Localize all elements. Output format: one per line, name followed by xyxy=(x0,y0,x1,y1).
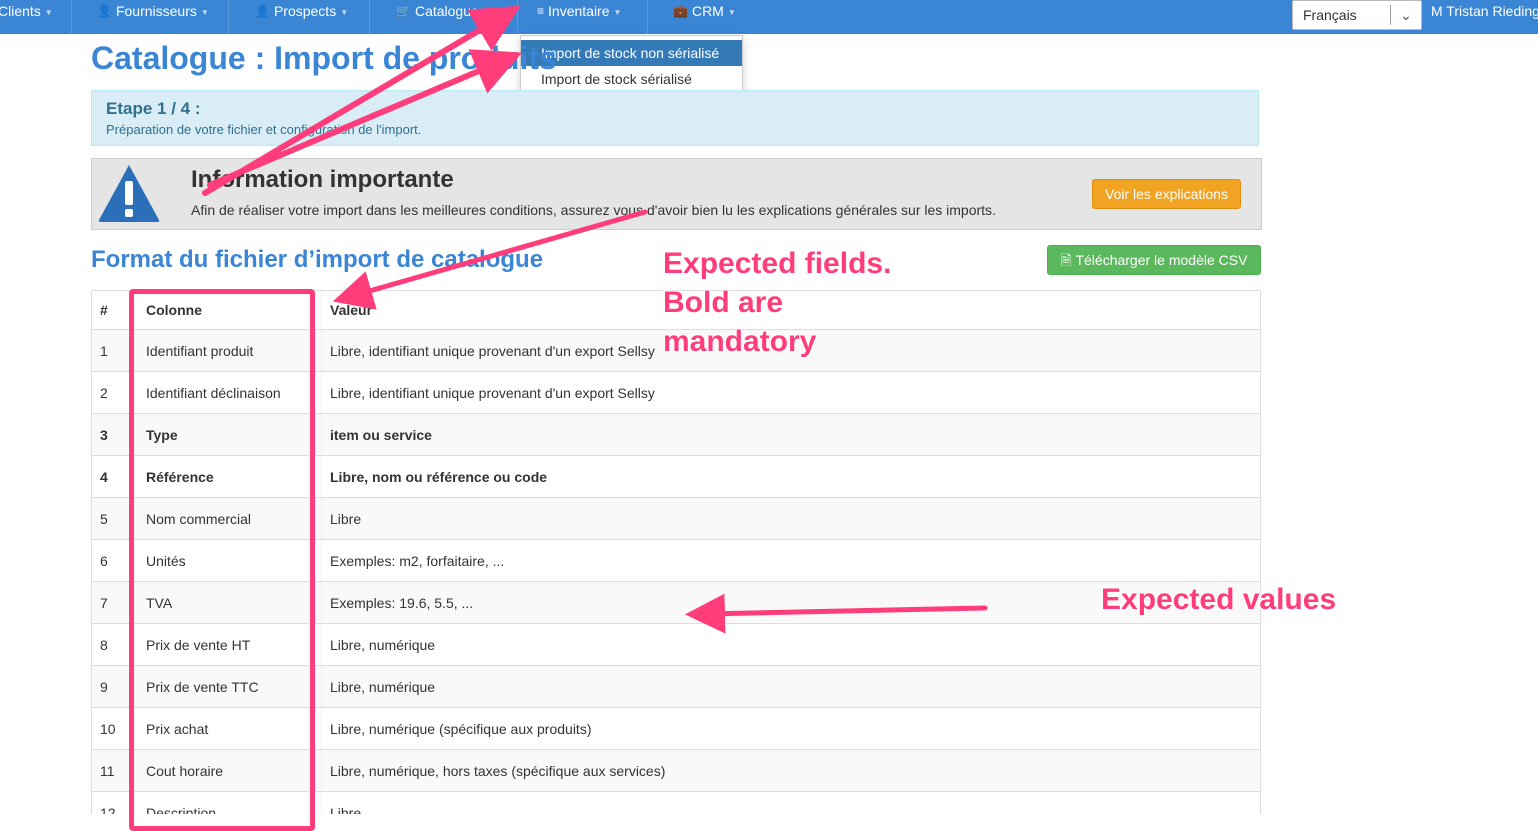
cart-icon: 🛒 xyxy=(396,4,411,18)
caret-down-icon: ▼ xyxy=(44,8,53,17)
row-value: Exemples: m2, forfaitaire, ... xyxy=(321,539,1260,582)
nav-divider xyxy=(71,0,72,34)
table-row: 10 Prix achat Libre, numérique (spécifique… xyxy=(92,707,1260,750)
caret-down-icon: ▼ xyxy=(340,8,349,17)
row-value: Libre, numérique, hors taxes (spécifique… xyxy=(321,749,1260,792)
row-column-name: Cout horaire xyxy=(138,749,322,792)
row-number: 5 xyxy=(92,497,138,540)
row-column-name: Prix de vente HT xyxy=(138,623,322,666)
annotation-line: Bold are xyxy=(663,286,784,319)
nav-catalogue-label: Catalogue xyxy=(414,3,479,19)
user-icon: 👤 xyxy=(97,4,112,18)
see-explanations-button[interactable]: Voir les explications xyxy=(1092,179,1241,209)
row-number: 3 xyxy=(92,413,138,456)
caret-down-icon: ▼ xyxy=(482,8,491,17)
table-row: 12 Description Libre xyxy=(92,791,1260,814)
import-format-table: # Colonne Valeur 1 Identifiant produit Lib… xyxy=(91,290,1261,814)
row-value: item ou service xyxy=(321,413,1260,456)
table-row: 2 Identifiant déclinaison Libre, identifia… xyxy=(92,371,1260,414)
annotation-line: Expected fields. xyxy=(663,247,892,280)
table-row: 11 Cout horaire Libre, numérique, hors tax… xyxy=(92,749,1260,792)
page-title: Catalogue : Import de produits xyxy=(91,40,557,76)
table-row: 4 Référence Libre, nom ou référence ou cod… xyxy=(92,455,1260,498)
row-value: Libre xyxy=(321,791,1260,814)
nav-divider xyxy=(517,0,518,34)
annotation-expected-values: Expected values xyxy=(1101,583,1337,616)
section-title: Format du fichier d’import de catalogue xyxy=(91,246,544,273)
language-select[interactable]: Français ⌄ xyxy=(1292,0,1422,30)
row-column-name: Identifiant déclinaison xyxy=(138,371,322,414)
row-column-name: TVA xyxy=(138,581,322,624)
step-title: Etape 1 / 4 : xyxy=(106,99,201,118)
file-icon: 🗎 xyxy=(1060,252,1072,268)
nav-divider xyxy=(228,0,229,34)
nav-crm[interactable]: 💼 CRM ▼ xyxy=(673,0,736,34)
table-row: 6 Unités Exemples: m2, forfaitaire, ... xyxy=(92,539,1260,582)
list-icon: ≡ xyxy=(537,4,545,18)
table-row: 3 Type item ou service xyxy=(92,413,1260,456)
row-value: Libre xyxy=(321,497,1260,540)
important-info-box: Information importante Afin de réaliser … xyxy=(91,158,1262,230)
download-csv-button[interactable]: 🗎 Télécharger le modèle CSV xyxy=(1047,245,1261,275)
step-description: Préparation de votre fichier et configur… xyxy=(106,122,422,137)
info-title: Information importante xyxy=(191,166,454,193)
row-number: 1 xyxy=(92,329,138,372)
row-value: Libre, nom ou référence ou code xyxy=(321,455,1260,498)
table-row: 7 TVA Exemples: 19.6, 5.5, ... xyxy=(92,581,1260,624)
row-number: 6 xyxy=(92,539,138,582)
row-number: 11 xyxy=(92,749,138,792)
row-column-name: Unités xyxy=(138,539,322,582)
chevron-down-icon: ⌄ xyxy=(1400,6,1412,23)
top-navbar: Clients ▼ 👤 Fournisseurs ▼ 👤 Prospects ▼ 🛒 Cat… xyxy=(0,0,1538,34)
nav-crm-label: CRM xyxy=(691,3,724,19)
row-number: 10 xyxy=(92,707,138,750)
nav-clients[interactable]: Clients ▼ xyxy=(0,0,53,34)
row-value: Libre, numérique xyxy=(321,623,1260,666)
table-row: 8 Prix de vente HT Libre, numérique xyxy=(92,623,1260,666)
row-value: Libre, numérique xyxy=(321,665,1260,708)
row-number: 2 xyxy=(92,371,138,414)
row-column-name: Prix de vente TTC xyxy=(138,665,322,708)
row-column-name: Description xyxy=(138,791,322,814)
row-value: Libre, identifiant unique provenant d'un… xyxy=(321,371,1260,414)
nav-fournisseurs[interactable]: 👤 Fournisseurs ▼ xyxy=(97,0,209,34)
download-csv-label: Télécharger le modèle CSV xyxy=(1075,252,1248,268)
row-column-name: Identifiant produit xyxy=(138,329,322,372)
nav-inventaire-label: Inventaire xyxy=(548,3,610,19)
annotation-expected-fields: Expected fields. Bold are mandatory xyxy=(663,244,891,361)
header-column: Colonne xyxy=(138,291,322,330)
row-column-name: Référence xyxy=(138,455,322,498)
row-value: Libre, numérique (spécifique aux produit… xyxy=(321,707,1260,750)
nav-clients-label: Clients xyxy=(0,3,41,19)
row-number: 9 xyxy=(92,665,138,708)
annotation-line: mandatory xyxy=(663,325,817,358)
nav-catalogue[interactable]: 🛒 Catalogue ▼ xyxy=(396,0,491,34)
user-icon: 👤 xyxy=(255,4,270,18)
caret-down-icon: ▼ xyxy=(727,8,736,17)
language-value: Français xyxy=(1303,7,1357,23)
row-column-name: Prix achat xyxy=(138,707,322,750)
table-row: 9 Prix de vente TTC Libre, numérique xyxy=(92,665,1260,708)
header-number: # xyxy=(92,291,138,330)
step-alert: Etape 1 / 4 : Préparation de votre fichi… xyxy=(91,90,1259,146)
briefcase-icon: 💼 xyxy=(673,4,688,18)
caret-down-icon: ▼ xyxy=(200,8,209,17)
row-column-name: Nom commercial xyxy=(138,497,322,540)
nav-prospects-label: Prospects xyxy=(273,3,337,19)
nav-divider xyxy=(647,0,648,34)
row-number: 8 xyxy=(92,623,138,666)
warning-icon xyxy=(98,165,160,222)
row-number: 7 xyxy=(92,581,138,624)
row-number: 12 xyxy=(92,791,138,814)
nav-divider xyxy=(369,0,370,34)
row-number: 4 xyxy=(92,455,138,498)
nav-inventaire[interactable]: ≡ Inventaire ▼ xyxy=(537,0,621,34)
user-menu[interactable]: M Tristan Riedinger xyxy=(1431,0,1538,22)
info-text: Afin de réaliser votre import dans les m… xyxy=(191,202,996,218)
table-row: 5 Nom commercial Libre xyxy=(92,497,1260,540)
row-column-name: Type xyxy=(138,413,322,456)
nav-prospects[interactable]: 👤 Prospects ▼ xyxy=(255,0,348,34)
nav-fournisseurs-label: Fournisseurs xyxy=(115,3,197,19)
caret-down-icon: ▼ xyxy=(613,8,622,17)
